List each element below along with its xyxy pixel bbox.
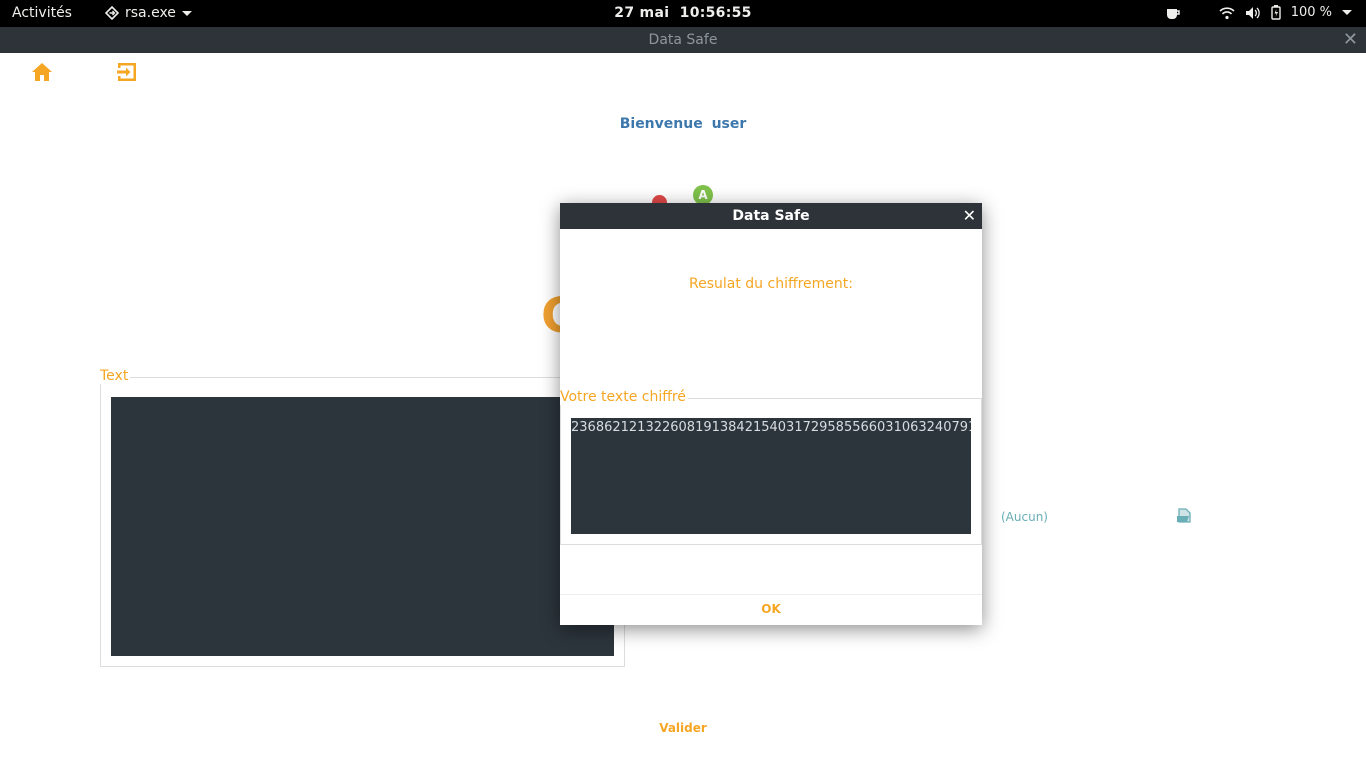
system-top-bar: Activités rsa.exe 27 mai 10:56:55 100 % — [0, 0, 1366, 27]
home-icon[interactable] — [30, 60, 54, 84]
window-title-bar: Data Safe ✕ — [0, 27, 1366, 53]
chevron-down-icon — [1342, 10, 1352, 15]
ciphertext-output[interactable]: 2368621213226081913842154031729585566031… — [571, 418, 971, 534]
result-label: Resulat du chiffrement: — [689, 276, 853, 292]
clock-time: 10:56:55 — [679, 5, 752, 21]
text-legend: Text — [100, 368, 131, 384]
battery-percent: 100 % — [1290, 5, 1332, 20]
result-dialog: Data Safe ✕ Resulat du chiffrement: Votr… — [560, 203, 982, 625]
welcome-message: Bienvenue user — [0, 116, 1366, 132]
window-title: Data Safe — [648, 32, 718, 48]
divider — [560, 594, 982, 595]
avatar: A — [693, 185, 713, 205]
close-icon[interactable]: ✕ — [963, 203, 976, 229]
volume-icon — [1245, 6, 1260, 19]
wifi-icon — [1219, 6, 1235, 19]
system-tray[interactable]: 100 % — [1165, 5, 1352, 20]
validate-button[interactable]: Valider — [0, 721, 1366, 735]
clock-date: 27 mai — [614, 5, 670, 21]
file-name-label: (Aucun) — [1001, 510, 1048, 524]
file-open-icon[interactable] — [1176, 507, 1193, 524]
coffee-cup-icon — [1166, 8, 1180, 19]
plaintext-input[interactable] — [111, 397, 614, 656]
ok-button[interactable]: OK — [560, 602, 982, 616]
close-icon[interactable]: ✕ — [1343, 27, 1358, 53]
logout-icon[interactable] — [115, 60, 139, 84]
dialog-title-bar: Data Safe ✕ — [560, 203, 982, 229]
username: user — [711, 116, 747, 132]
welcome-prefix: Bienvenue — [619, 116, 703, 132]
dialog-title: Data Safe — [732, 208, 810, 224]
clock[interactable]: 27 mai 10:56:55 — [0, 5, 1366, 21]
battery-icon — [1270, 5, 1281, 20]
output-legend: Votre texte chiffré — [560, 389, 688, 405]
